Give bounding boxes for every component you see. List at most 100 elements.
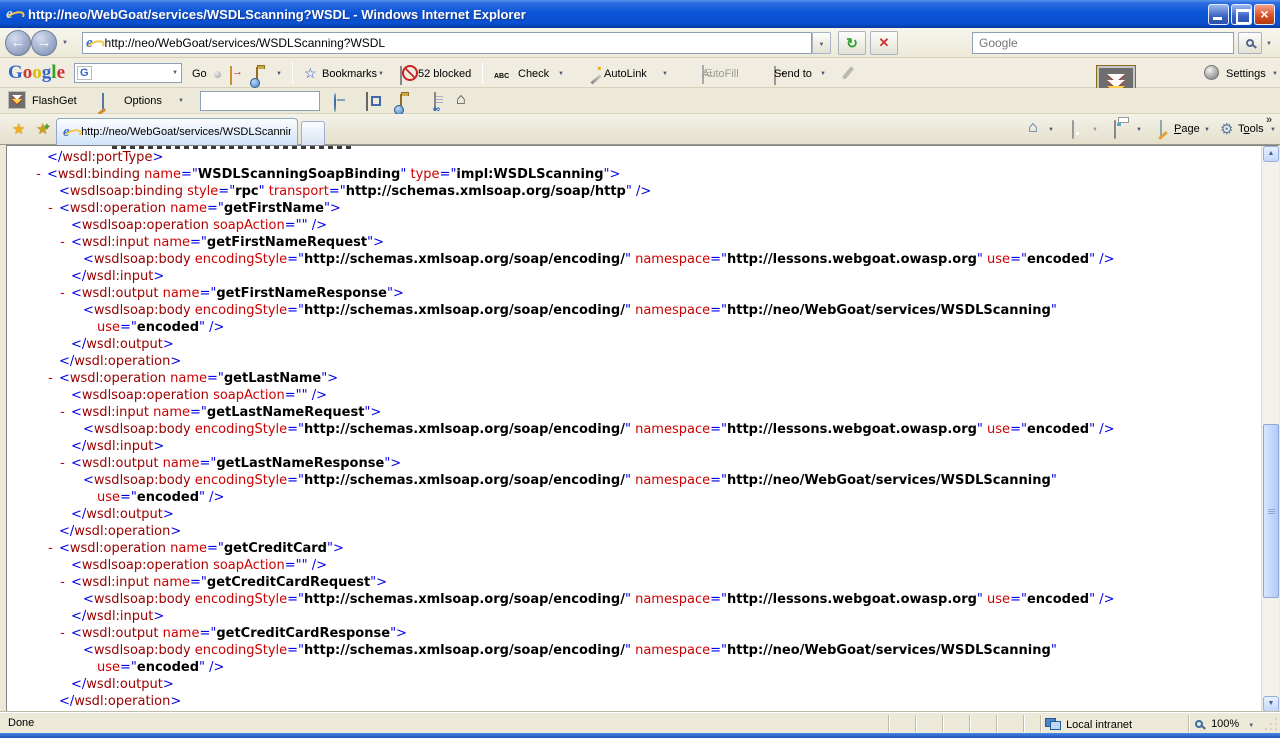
capture-target-icon[interactable]	[366, 92, 368, 111]
minimize-button[interactable]	[1208, 4, 1229, 25]
scrollbar-thumb[interactable]	[1263, 424, 1279, 598]
highlighter-icon[interactable]	[842, 66, 854, 79]
xml-line: <wsdlsoap:body encodingStyle="http://sch…	[7, 421, 1261, 438]
collapse-toggle[interactable]: -	[47, 370, 54, 387]
google-search-dropdown-icon[interactable]: ▼	[172, 70, 178, 76]
web-search-icon[interactable]	[334, 94, 336, 112]
maximize-button[interactable]	[1231, 4, 1252, 25]
home-icon[interactable]: ⌂	[1028, 121, 1038, 135]
history-dropdown-icon[interactable]: ▼	[62, 40, 68, 46]
settings-dropdown-icon[interactable]: ▼	[1272, 71, 1278, 77]
flashget-label[interactable]: FlashGet	[32, 95, 77, 107]
check-dropdown-icon[interactable]: ▼	[558, 71, 564, 77]
xml-token: ="	[199, 626, 216, 641]
collapse-toggle[interactable]: -	[59, 574, 66, 591]
bookmarks-dropdown-icon[interactable]: ▼	[378, 71, 384, 77]
collapse-toggle[interactable]: -	[47, 200, 54, 217]
xml-token: ="	[329, 184, 346, 199]
xml-token: http://lessons.webgoat.owasp.org	[727, 422, 977, 437]
xml-token: ="	[287, 592, 304, 607]
scroll-down-icon[interactable]: ▼	[1263, 696, 1279, 712]
google-search-combo[interactable]: G ▼	[74, 63, 182, 83]
xml-token: http://schemas.xmlsoap.org/soap/http	[346, 184, 626, 199]
popup-blocked-count[interactable]: 52 blocked	[418, 68, 471, 80]
print-icon[interactable]	[1114, 120, 1116, 139]
tools-dropdown-icon[interactable]: ▼	[1270, 127, 1276, 133]
download-link-icon[interactable]	[434, 92, 436, 111]
google-search-input[interactable]	[92, 66, 172, 80]
add-favorite-icon[interactable]: ★+	[36, 120, 49, 138]
autolink-dropdown-icon[interactable]: ▼	[662, 71, 668, 77]
send-to-button[interactable]: Send to	[774, 68, 812, 80]
tools-gear-icon[interactable]: ⚙	[1220, 121, 1233, 137]
tab-active[interactable]: e http://neo/WebGoat/services/WSDLScanni…	[56, 118, 298, 145]
new-tab-button[interactable]	[301, 121, 325, 145]
xml-token: name	[153, 575, 190, 590]
flashget-search-input[interactable]	[201, 94, 319, 108]
toolbar-overflow-chevron[interactable]: »	[1266, 114, 1272, 126]
refresh-button[interactable]: ↻	[838, 31, 866, 55]
zoom-pane[interactable]: 100% ▼	[1188, 715, 1262, 732]
page-icon[interactable]	[1160, 120, 1162, 139]
xml-token: getFirstNameRequest	[207, 235, 367, 250]
xml-token: wsdl:input	[82, 405, 149, 420]
home-dropdown-icon[interactable]: ▼	[1048, 127, 1054, 133]
xml-token: wsdl:output	[86, 507, 163, 522]
xml-line: -<wsdl:input name="getCreditCardRequest"…	[7, 574, 1261, 591]
search-options-dropdown-icon[interactable]: ▼	[1266, 41, 1272, 47]
page-dropdown-icon[interactable]: ▼	[1204, 127, 1210, 133]
go-button[interactable]: Go	[192, 68, 207, 80]
xml-token: soapAction	[213, 218, 285, 233]
autolink-button[interactable]: AutoLink	[604, 68, 647, 80]
back-button[interactable]: ←	[5, 30, 31, 56]
collapse-toggle[interactable]: -	[59, 234, 66, 251]
xml-token: http://schemas.xmlsoap.org/soap/encoding…	[304, 473, 625, 488]
search-options-icon[interactable]	[256, 67, 258, 86]
resize-grip[interactable]	[1265, 717, 1278, 730]
favorites-center-icon[interactable]: ★	[12, 120, 25, 138]
xml-token: <	[83, 643, 94, 658]
collapse-toggle[interactable]: -	[59, 285, 66, 302]
print-dropdown-icon[interactable]: ▼	[1136, 127, 1142, 133]
search-options-dropdown2-icon[interactable]: ▼	[276, 71, 282, 77]
xml-token: getLastNameRequest	[207, 405, 365, 420]
xml-token: " />	[199, 660, 224, 675]
feeds-icon[interactable]	[1072, 120, 1074, 139]
forward-button[interactable]: →	[31, 30, 57, 56]
zoom-dropdown-icon[interactable]: ▼	[1248, 723, 1254, 729]
xml-token: http://neo/WebGoat/services/WSDLScanning	[727, 643, 1051, 658]
tools-menu-button[interactable]: Tools	[1238, 123, 1264, 135]
settings-button[interactable]: Settings	[1226, 68, 1266, 80]
address-field[interactable]: e	[82, 32, 812, 54]
xml-token: <	[71, 456, 82, 471]
autofill-button: AutoFill	[702, 68, 739, 80]
options-dropdown-icon[interactable]: ▼	[178, 98, 184, 104]
check-button[interactable]: Check	[518, 68, 549, 80]
collapse-toggle[interactable]: -	[59, 404, 66, 421]
send-to-dropdown-icon[interactable]: ▼	[820, 71, 826, 77]
scroll-up-icon[interactable]: ▲	[1263, 146, 1279, 162]
collapse-toggle[interactable]: -	[47, 540, 54, 557]
collapse-toggle[interactable]: -	[59, 625, 66, 642]
options-button[interactable]: Options	[124, 95, 162, 107]
search-go-button[interactable]	[1238, 32, 1262, 54]
close-button[interactable]: ×	[1254, 4, 1275, 25]
xml-token: http://schemas.xmlsoap.org/soap/encoding…	[304, 252, 625, 267]
vertical-scrollbar[interactable]: ▲ ▼	[1261, 146, 1279, 712]
xml-token: use	[987, 422, 1010, 437]
site-explorer-icon[interactable]	[400, 94, 402, 113]
page-menu-button[interactable]: Page	[1174, 123, 1200, 135]
address-input[interactable]	[105, 36, 811, 50]
collapse-toggle[interactable]: -	[59, 455, 66, 472]
bookmarks-button[interactable]: Bookmarks	[322, 68, 377, 80]
flashget-search-field[interactable]	[200, 91, 320, 111]
stop-button[interactable]: ✕	[870, 31, 898, 55]
flashget-home-icon[interactable]: ⌂	[456, 93, 466, 107]
xml-token: wsdlsoap:body	[94, 643, 191, 658]
xml-line: <wsdlsoap:body encodingStyle="http://sch…	[7, 302, 1261, 319]
site-search-icon[interactable]	[230, 66, 232, 85]
live-search-box[interactable]	[972, 32, 1234, 54]
search-input[interactable]	[973, 36, 1233, 50]
collapse-toggle[interactable]: -	[35, 166, 42, 183]
address-dropdown-button[interactable]: ▼	[812, 32, 831, 54]
